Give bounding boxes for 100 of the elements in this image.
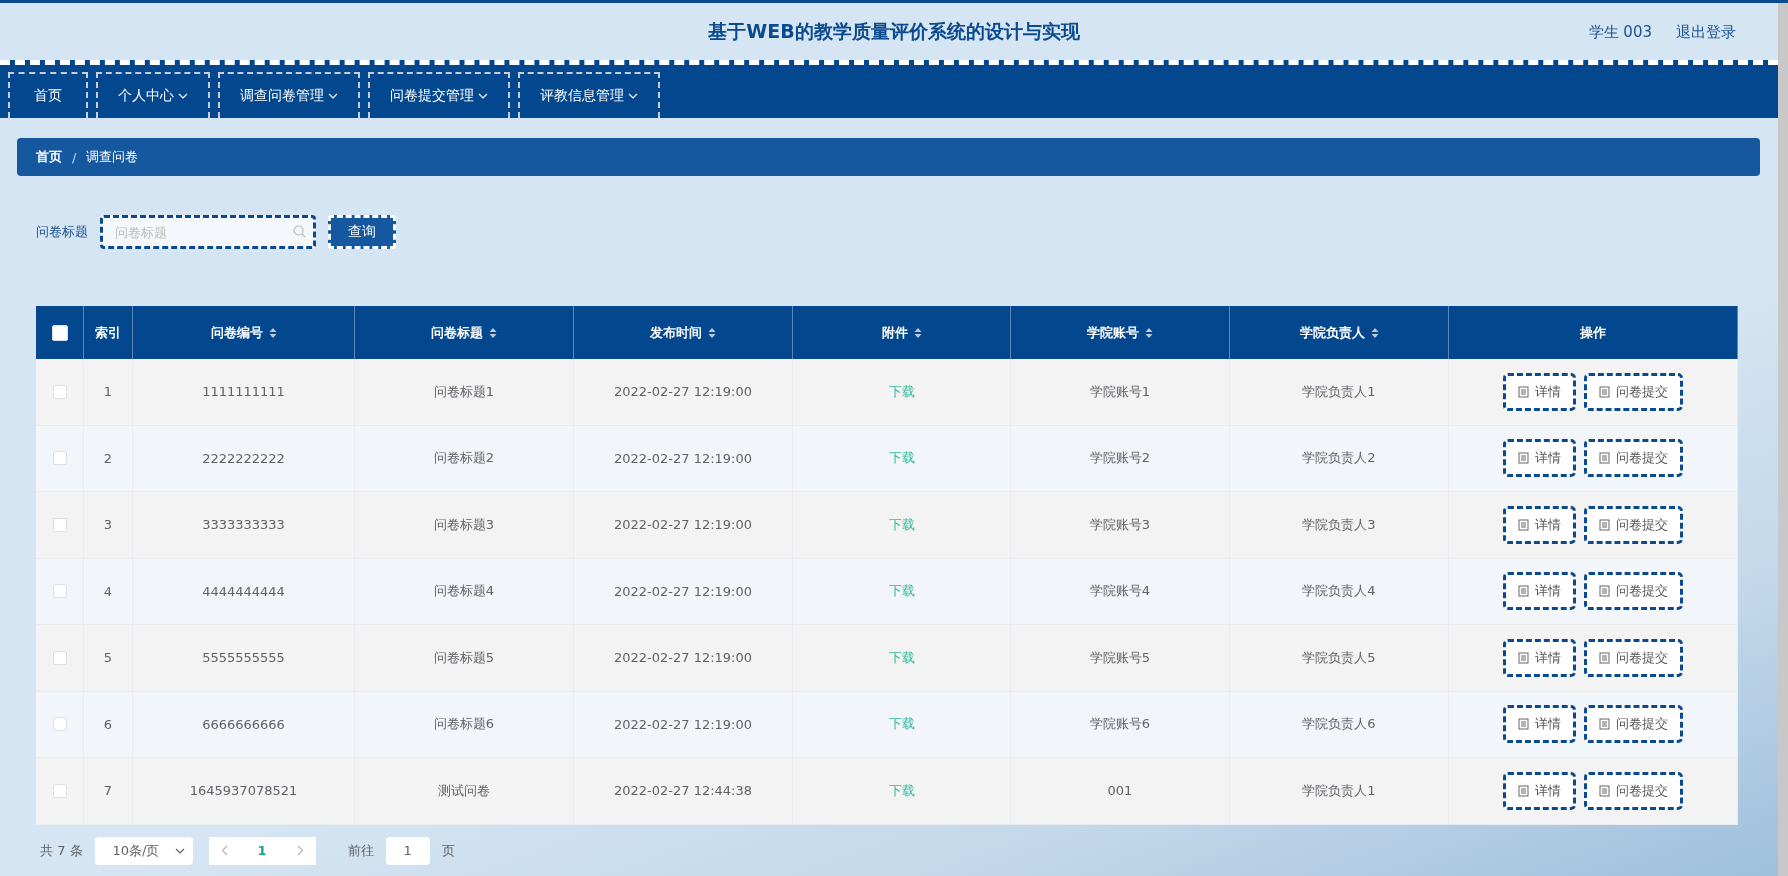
query-button[interactable]: 查询 [328, 215, 396, 249]
search-icon [293, 225, 306, 238]
sort-icon[interactable] [708, 326, 716, 339]
row-checkbox[interactable] [52, 517, 67, 532]
table-cell: 2022-02-27 12:44:38 [613, 783, 753, 799]
column-header: 附件 [881, 323, 908, 342]
user-name: 学生 003 [1588, 23, 1652, 42]
details-button[interactable]: 详情 [1503, 638, 1576, 677]
nav-menu-item[interactable]: 问卷提交管理 [368, 72, 510, 118]
breadcrumb-item[interactable]: 首页 [36, 148, 62, 166]
column-header: 问卷编号 [210, 323, 263, 342]
row-checkbox[interactable] [52, 650, 67, 665]
system-title: 基于WEB的教学质量评价系统的设计与实现 [708, 18, 1080, 44]
nav-menu-item[interactable]: 调查问卷管理 [218, 72, 360, 118]
table-cell: 4444444444 [202, 583, 285, 599]
sort-icon[interactable] [1145, 326, 1153, 339]
table-cell: 学院账号1 [1089, 382, 1151, 401]
table-cell: 5 [103, 650, 113, 666]
document-icon [1599, 452, 1610, 465]
sort-icon[interactable] [1370, 326, 1379, 339]
submit-button[interactable]: 问卷提交 [1584, 705, 1683, 744]
row-checkbox[interactable] [52, 384, 67, 399]
document-icon [1599, 518, 1610, 531]
table-cell: 2022-02-27 12:19:00 [613, 650, 753, 666]
sort-icon[interactable] [268, 326, 277, 339]
details-button[interactable]: 详情 [1503, 705, 1576, 744]
column-header: 操作 [1580, 323, 1606, 342]
goto-label: 前往 [347, 841, 374, 860]
breadcrumb-item: 调查问卷 [86, 148, 139, 166]
chevron-right-icon[interactable] [296, 845, 304, 856]
caret-icon [328, 93, 338, 99]
table-cell: 学院账号2 [1089, 449, 1151, 468]
document-icon [1518, 385, 1529, 398]
table-cell: 问卷标题2 [433, 449, 495, 468]
table-cell: 问卷标题3 [433, 515, 495, 534]
row-checkbox[interactable] [52, 717, 67, 732]
nav-menu-item[interactable]: 个人中心 [96, 72, 210, 118]
document-icon [1518, 585, 1529, 598]
table-cell: 学院负责人1 [1302, 382, 1376, 401]
table-cell: 2022-02-27 12:19:00 [613, 384, 753, 400]
submit-button[interactable]: 问卷提交 [1584, 771, 1683, 810]
column-header: 学院负责人 [1299, 323, 1365, 342]
row-checkbox[interactable] [52, 584, 67, 599]
table-cell: 6 [103, 716, 113, 732]
logout-link[interactable]: 退出登录 [1676, 23, 1736, 42]
table-cell: 001 [1107, 783, 1133, 799]
chevron-left-icon[interactable] [220, 845, 228, 856]
nav-menu-item[interactable]: 评教信息管理 [518, 72, 660, 118]
table-cell: 3333333333 [202, 517, 285, 533]
details-button[interactable]: 详情 [1503, 439, 1576, 478]
column-header: 问卷标题 [431, 323, 483, 342]
table-cell: 4 [103, 583, 113, 599]
details-button[interactable]: 详情 [1503, 572, 1576, 611]
table-cell: 问卷标题6 [433, 715, 495, 734]
details-button[interactable]: 详情 [1503, 372, 1576, 411]
table-cell: 学院负责人5 [1302, 648, 1376, 667]
document-icon [1518, 784, 1529, 797]
select-all-checkbox[interactable] [51, 324, 68, 341]
table-cell: 学院负责人6 [1302, 715, 1376, 734]
table-cell: 1 [103, 384, 113, 400]
submit-button[interactable]: 问卷提交 [1584, 638, 1683, 677]
details-button[interactable]: 详情 [1503, 505, 1576, 544]
column-header: 学院账号 [1087, 323, 1139, 342]
table-cell: 学院账号4 [1089, 582, 1151, 601]
total-count: 共 7 条 [40, 841, 83, 860]
search-field[interactable]: 问卷标题 [100, 215, 316, 249]
table-cell: 测试问卷 [438, 781, 490, 800]
scrollbar[interactable] [1778, 3, 1788, 876]
goto-page-input[interactable]: 1 [385, 836, 430, 865]
table-cell: 3 [103, 517, 113, 533]
table-cell: 2222222222 [202, 450, 285, 466]
document-icon [1518, 452, 1529, 465]
document-icon [1518, 718, 1529, 731]
table-cell: 问卷标题4 [433, 582, 495, 601]
caret-icon [174, 847, 185, 854]
submit-button[interactable]: 问卷提交 [1584, 372, 1683, 411]
document-icon [1599, 651, 1610, 664]
details-button[interactable]: 详情 [1503, 771, 1576, 810]
table-cell: 2022-02-27 12:19:00 [613, 450, 753, 466]
document-icon [1518, 518, 1529, 531]
sort-icon[interactable] [489, 326, 497, 339]
table-cell: 7 [103, 783, 113, 799]
table-cell: 2 [103, 450, 113, 466]
document-icon [1599, 585, 1610, 598]
nav-menu-item[interactable]: 首页 [8, 72, 88, 118]
submit-button[interactable]: 问卷提交 [1584, 505, 1683, 544]
document-icon [1518, 651, 1529, 664]
page-size-select[interactable]: 10条/页 [94, 836, 193, 865]
table-cell: 问卷标题5 [433, 648, 495, 667]
submit-button[interactable]: 问卷提交 [1584, 439, 1683, 478]
row-checkbox[interactable] [52, 451, 67, 466]
sort-icon[interactable] [913, 326, 922, 339]
caret-icon [178, 93, 188, 99]
table-cell: 1111111111 [202, 384, 285, 400]
row-checkbox[interactable] [52, 783, 67, 798]
table-cell: 学院账号5 [1089, 648, 1151, 667]
submit-button[interactable]: 问卷提交 [1584, 572, 1683, 611]
table-cell: 2022-02-27 12:19:00 [613, 716, 753, 732]
breadcrumb-separator: / [72, 149, 77, 165]
column-header: 发布时间 [650, 323, 702, 342]
